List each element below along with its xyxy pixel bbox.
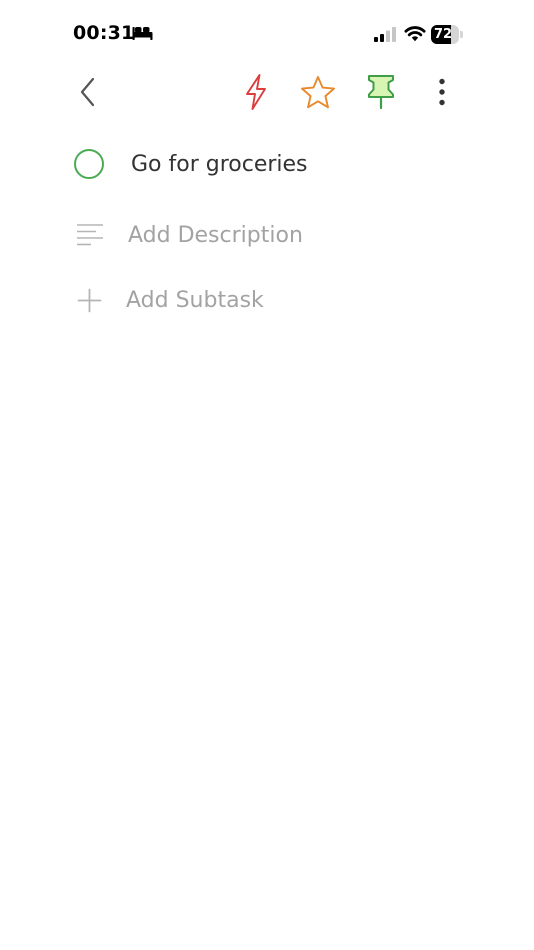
add-description-field[interactable]: Add Description bbox=[76, 218, 303, 252]
text-lines-icon bbox=[77, 224, 103, 246]
chevron-left-icon bbox=[80, 77, 95, 107]
pin-button[interactable] bbox=[359, 66, 403, 118]
toolbar bbox=[0, 66, 534, 122]
battery-body: 72 bbox=[431, 25, 459, 44]
cellular-signal-icon bbox=[373, 26, 397, 47]
plus-icon bbox=[77, 288, 102, 312]
battery-cap bbox=[460, 31, 463, 38]
add-description-placeholder: Add Description bbox=[128, 222, 303, 248]
battery-level: 72 bbox=[433, 27, 453, 42]
star-icon bbox=[301, 76, 335, 109]
status-time: 00:31 bbox=[73, 22, 135, 44]
add-subtask-button[interactable]: Add Subtask bbox=[77, 283, 264, 317]
task-complete-checkbox[interactable] bbox=[74, 149, 104, 179]
task-title[interactable]: Go for groceries bbox=[131, 152, 308, 177]
lightning-icon bbox=[246, 74, 266, 110]
status-bar: 00:31 72 bbox=[0, 0, 534, 64]
battery-icon: 72 bbox=[431, 25, 464, 44]
favorite-star-button[interactable] bbox=[296, 66, 340, 118]
priority-lightning-button[interactable] bbox=[234, 66, 278, 118]
wifi-icon bbox=[404, 25, 426, 47]
more-options-button[interactable] bbox=[420, 66, 464, 118]
bed-icon bbox=[132, 26, 153, 46]
more-vertical-icon bbox=[439, 78, 445, 106]
task-row: Go for groceries bbox=[74, 146, 308, 182]
back-button[interactable] bbox=[66, 66, 110, 118]
pin-icon bbox=[368, 75, 394, 110]
add-subtask-label: Add Subtask bbox=[126, 287, 264, 313]
